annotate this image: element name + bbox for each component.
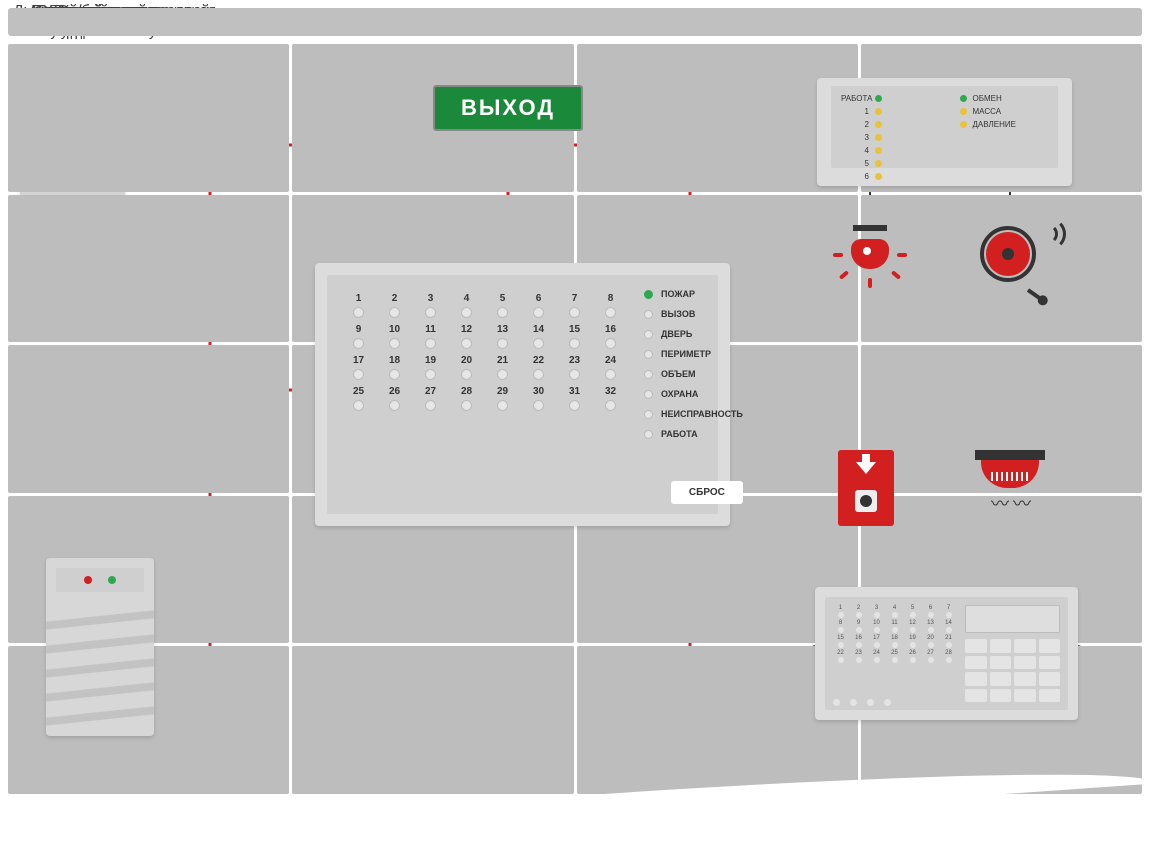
power-led-green bbox=[108, 576, 116, 584]
exit-sign: ВЫХОД bbox=[433, 85, 583, 131]
keypad-overlay bbox=[0, 0, 105, 140]
smoke-detector-icon: 〰 〰 bbox=[975, 450, 1045, 504]
light-notifier-icon bbox=[835, 225, 905, 295]
reset-button[interactable]: СБРОС bbox=[671, 481, 743, 504]
indication-block: 1234567891011121314151617181920212223242… bbox=[315, 263, 730, 526]
power-led-red bbox=[84, 576, 92, 584]
control-launch-block: РАБОТА123456 ОБМЕНМАССАДАВЛЕНИЕ bbox=[817, 78, 1072, 186]
backup-power-block bbox=[46, 558, 154, 736]
manual-call-point-icon bbox=[838, 450, 894, 526]
control-panel: 1234567891011121314151617181920212223242… bbox=[815, 587, 1078, 720]
sound-notifier-icon bbox=[976, 222, 1052, 298]
